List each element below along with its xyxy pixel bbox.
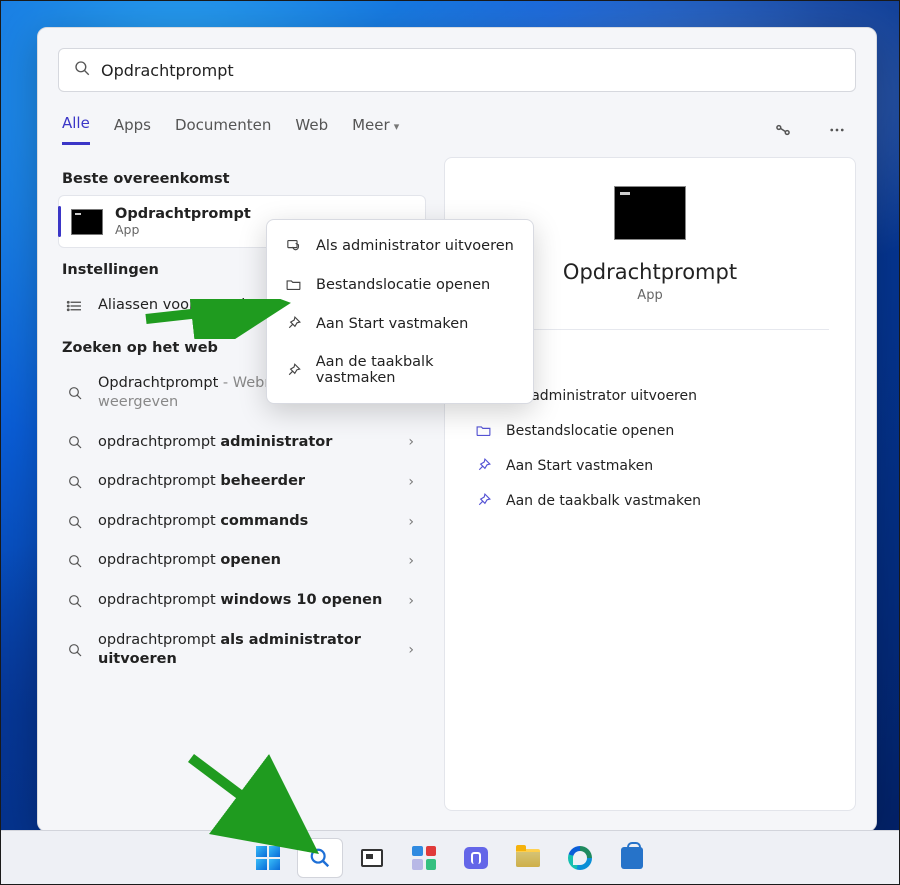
widgets-icon (412, 846, 436, 870)
edge-icon (568, 846, 592, 870)
web-suggestion[interactable]: opdrachtprompt beheerder › (58, 462, 426, 502)
ctx-run-admin[interactable]: Als administrator uitvoeren (273, 226, 527, 265)
search-icon (64, 474, 86, 490)
folder-icon (285, 276, 302, 293)
chevron-right-icon: › (402, 642, 420, 658)
windows-logo-icon (256, 846, 280, 870)
ctx-pin-taskbar[interactable]: Aan de taakbalk vastmaken (273, 343, 527, 397)
store-icon (621, 847, 643, 869)
settings-list-icon (64, 297, 86, 315)
web-suggestion[interactable]: opdrachtprompt administrator › (58, 423, 426, 463)
windows-search-panel: Alle Apps Documenten Web Meer▾ Beste ove… (37, 27, 877, 832)
web-suggestion-label: opdrachtprompt openen (98, 551, 390, 571)
tab-web[interactable]: Web (295, 116, 328, 144)
best-match-type: App (115, 222, 251, 237)
preview-title: Opdrachtprompt (563, 260, 737, 284)
ctx-pin-start[interactable]: Aan Start vastmaken (273, 304, 527, 343)
web-suggestion-label: opdrachtprompt als administrator uitvoer… (98, 631, 390, 670)
preview-subtitle: App (637, 288, 662, 303)
pin-icon (475, 457, 492, 474)
folder-icon (516, 849, 540, 867)
chevron-right-icon: › (402, 514, 420, 530)
web-suggestion[interactable]: opdrachtprompt als administrator uitvoer… (58, 621, 426, 680)
chevron-right-icon: › (402, 474, 420, 490)
chevron-right-icon: › (402, 553, 420, 569)
pin-icon (285, 315, 302, 332)
search-input[interactable] (101, 61, 841, 80)
search-icon (64, 642, 86, 658)
chevron-right-icon: › (402, 434, 420, 450)
tab-documents[interactable]: Documenten (175, 116, 271, 144)
chat-icon (464, 847, 488, 869)
web-suggestion-label: opdrachtprompt administrator (98, 433, 390, 453)
search-icon (73, 59, 91, 81)
cmd-prompt-icon (71, 209, 103, 235)
search-icon (64, 385, 86, 401)
taskbar-widgets-button[interactable] (401, 838, 447, 878)
preview-action-open-location[interactable]: Bestandslocatie openen (471, 413, 829, 448)
section-best-match: Beste overeenkomst (62, 171, 422, 187)
pin-icon (285, 362, 302, 379)
connect-devices-icon[interactable] (768, 115, 798, 145)
folder-icon (475, 422, 492, 439)
ctx-open-location[interactable]: Bestandslocatie openen (273, 265, 527, 304)
web-suggestion[interactable]: opdrachtprompt openen › (58, 541, 426, 581)
search-icon (64, 514, 86, 530)
web-suggestion-label: opdrachtprompt beheerder (98, 472, 390, 492)
taskbar (1, 830, 899, 884)
preview-action-pin-start[interactable]: Aan Start vastmaken (471, 448, 829, 483)
chevron-right-icon: › (402, 593, 420, 609)
taskview-icon (361, 849, 383, 867)
taskbar-edge-button[interactable] (557, 838, 603, 878)
preview-app-icon (614, 186, 686, 240)
shield-admin-icon (285, 237, 302, 254)
web-suggestion-label: opdrachtprompt windows 10 openen (98, 591, 390, 611)
taskbar-search-button[interactable] (297, 838, 343, 878)
pin-icon (475, 492, 492, 509)
search-icon (64, 434, 86, 450)
web-suggestion[interactable]: opdrachtprompt windows 10 openen › (58, 581, 426, 621)
tab-apps[interactable]: Apps (114, 116, 151, 144)
search-box[interactable] (58, 48, 856, 92)
taskbar-store-button[interactable] (609, 838, 655, 878)
context-menu: Als administrator uitvoeren Bestandsloca… (266, 219, 534, 404)
best-match-name: Opdrachtprompt (115, 206, 251, 222)
preview-action-pin-taskbar[interactable]: Aan de taakbalk vastmaken (471, 483, 829, 518)
search-icon (64, 553, 86, 569)
taskbar-chat-button[interactable] (453, 838, 499, 878)
tab-more[interactable]: Meer▾ (352, 116, 399, 144)
web-suggestion[interactable]: opdrachtprompt commands › (58, 502, 426, 542)
search-icon (64, 593, 86, 609)
taskbar-taskview-button[interactable] (349, 838, 395, 878)
taskbar-explorer-button[interactable] (505, 838, 551, 878)
web-suggestion-label: opdrachtprompt commands (98, 512, 390, 532)
tab-all[interactable]: Alle (62, 114, 90, 145)
search-icon (309, 847, 331, 869)
start-button[interactable] (245, 838, 291, 878)
chevron-down-icon: ▾ (394, 120, 400, 133)
more-options-icon[interactable] (822, 115, 852, 145)
search-filter-tabs: Alle Apps Documenten Web Meer▾ (38, 92, 876, 145)
